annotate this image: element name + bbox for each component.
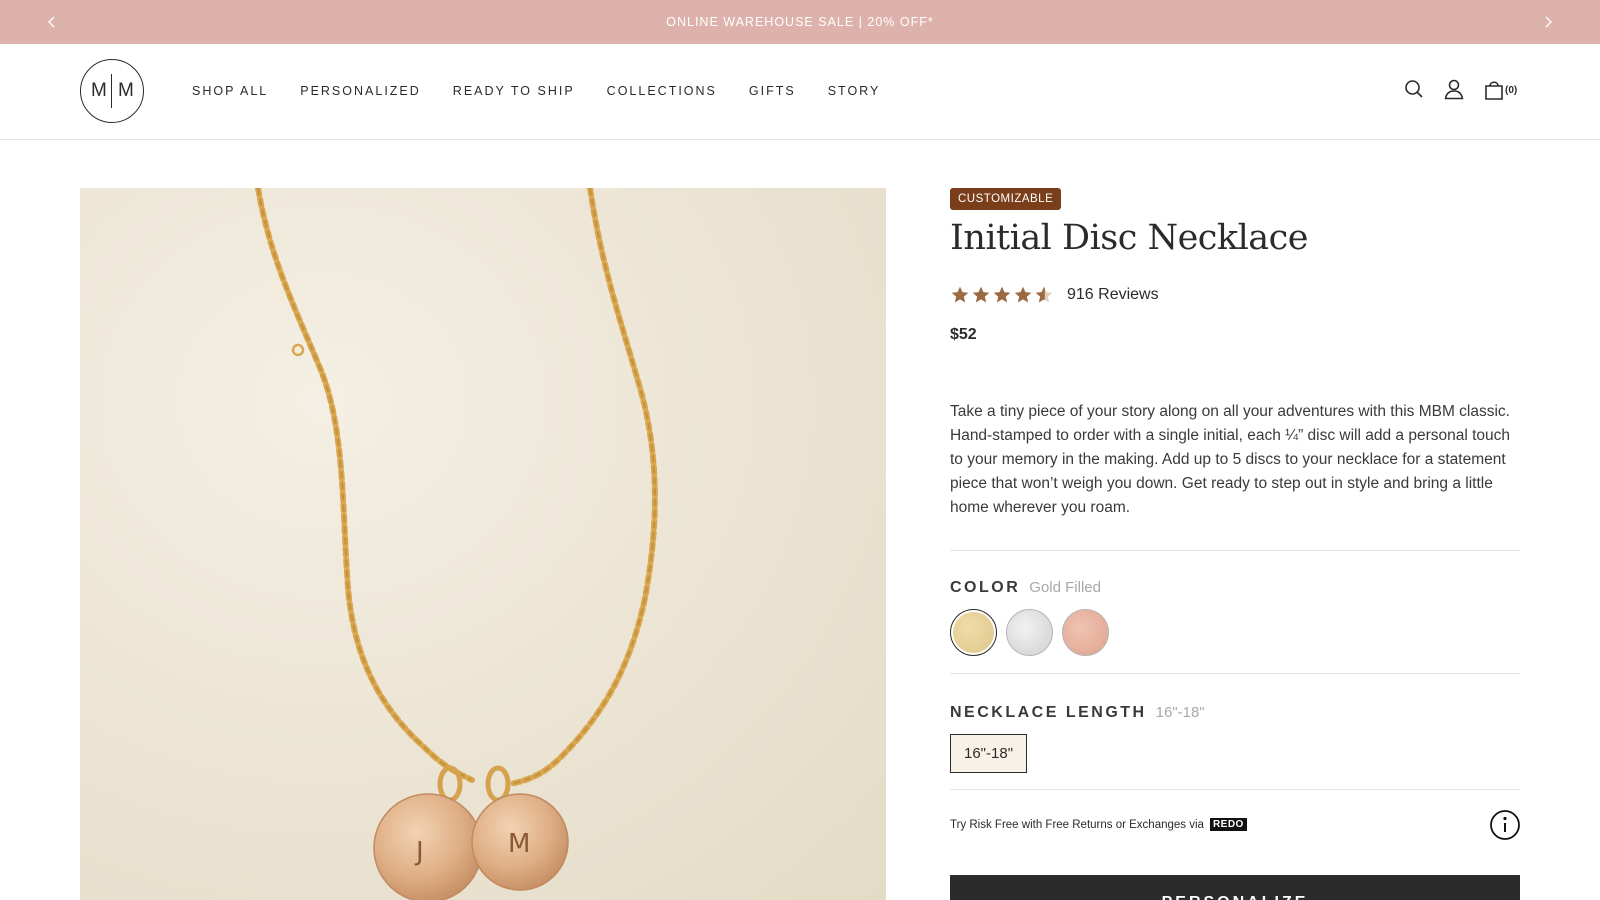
swatch-silver[interactable] (1006, 609, 1053, 656)
redo-message: Try Risk Free with Free Returns or Excha… (950, 819, 1204, 831)
color-option-label: COLOR Gold Filled (950, 579, 1520, 597)
nav-gifts[interactable]: GIFTS (749, 84, 796, 98)
announcement-text[interactable]: ONLINE WAREHOUSE SALE | 20% OFF* (0, 15, 1600, 29)
product-title: Initial Disc Necklace (950, 218, 1308, 258)
customizable-badge: CUSTOMIZABLE (950, 188, 1062, 210)
half-star-icon (1035, 286, 1053, 303)
cart-icon[interactable] (1483, 78, 1505, 100)
star-icon (951, 286, 969, 303)
divider (950, 673, 1520, 674)
brand-logo[interactable]: M M (80, 59, 144, 123)
reviews-link[interactable]: 916 Reviews (1067, 286, 1159, 304)
redo-returns-row: Try Risk Free with Free Returns or Excha… (950, 790, 1520, 860)
nav-collections[interactable]: COLLECTIONS (607, 84, 717, 98)
color-selected-value: Gold Filled (1029, 579, 1101, 596)
star-icon (972, 286, 990, 303)
swatch-rose[interactable] (1062, 609, 1109, 656)
logo-divider (111, 74, 113, 108)
disc-letter-j: J (414, 837, 424, 867)
main-nav: SHOP ALL PERSONALIZED READY TO SHIP COLL… (192, 84, 912, 98)
chevron-right-icon[interactable] (1538, 12, 1558, 32)
product-image[interactable]: J M (80, 188, 886, 900)
nav-personalized[interactable]: PERSONALIZED (300, 84, 421, 98)
cart-count[interactable]: (0) (1505, 85, 1517, 96)
length-selected-value: 16"-18" (1155, 704, 1205, 721)
length-label: NECKLACE LENGTH (950, 704, 1147, 721)
logo-letter-right: M (118, 80, 134, 101)
logo-letter-left: M (91, 80, 107, 101)
length-option-16-18[interactable]: 16"-18" (950, 734, 1028, 773)
redo-logo: REDO (1209, 818, 1247, 831)
rating-row[interactable]: 916 Reviews (950, 284, 1520, 306)
divider (950, 550, 1520, 551)
color-swatches (950, 609, 1520, 656)
personalize-button[interactable]: PERSONALIZE (950, 875, 1520, 900)
star-icon (1014, 286, 1032, 303)
star-icon (993, 286, 1011, 303)
product-price: $52 (950, 326, 977, 343)
color-label: COLOR (950, 579, 1021, 596)
disc-letter-m: M (508, 829, 530, 859)
swatch-gold[interactable] (950, 609, 997, 656)
site-header: M M SHOP ALL PERSONALIZED READY TO SHIP … (0, 44, 1600, 140)
nav-story[interactable]: STORY (828, 84, 881, 98)
star-rating (950, 285, 1055, 305)
account-icon[interactable] (1443, 78, 1465, 100)
redo-text: Try Risk Free with Free Returns or Excha… (950, 818, 1247, 831)
length-option-label: NECKLACE LENGTH 16"-18" (950, 704, 1520, 722)
product-details: CUSTOMIZABLE Initial Disc Necklace 916 R… (950, 188, 1520, 900)
announcement-bar: ONLINE WAREHOUSE SALE | 20% OFF* (0, 0, 1600, 44)
search-icon[interactable] (1403, 78, 1425, 100)
nav-ready-to-ship[interactable]: READY TO SHIP (453, 84, 575, 98)
necklace-illustration: J M (255, 188, 658, 900)
nav-shop-all[interactable]: SHOP ALL (192, 84, 268, 98)
info-icon[interactable] (1489, 809, 1521, 846)
product-description: Take a tiny piece of your story along on… (950, 403, 1511, 516)
